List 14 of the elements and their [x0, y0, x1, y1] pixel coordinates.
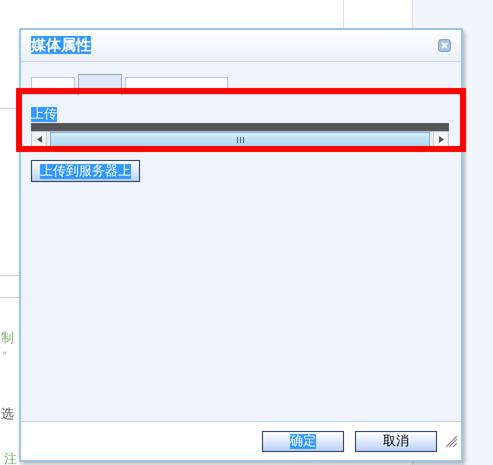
file-input-bar[interactable]: [31, 123, 449, 131]
resize-grip-icon[interactable]: [446, 436, 458, 448]
page-text: 制: [1, 330, 14, 347]
left-arrow-icon[interactable]: [36, 136, 42, 143]
page-text: 注: [4, 451, 17, 465]
grip-icon: [236, 136, 244, 142]
dialog-button[interactable]: 取消: [355, 430, 437, 452]
upload-label: 上传: [31, 106, 58, 123]
page-text: 选: [1, 406, 14, 423]
dialog-button[interactable]: 确定: [262, 430, 344, 452]
dialog-title: 媒体属性: [31, 36, 91, 55]
close-icon[interactable]: [438, 39, 451, 52]
upload-button[interactable]: 上传到服务器上: [31, 160, 140, 182]
right-arrow-icon[interactable]: [438, 136, 444, 143]
